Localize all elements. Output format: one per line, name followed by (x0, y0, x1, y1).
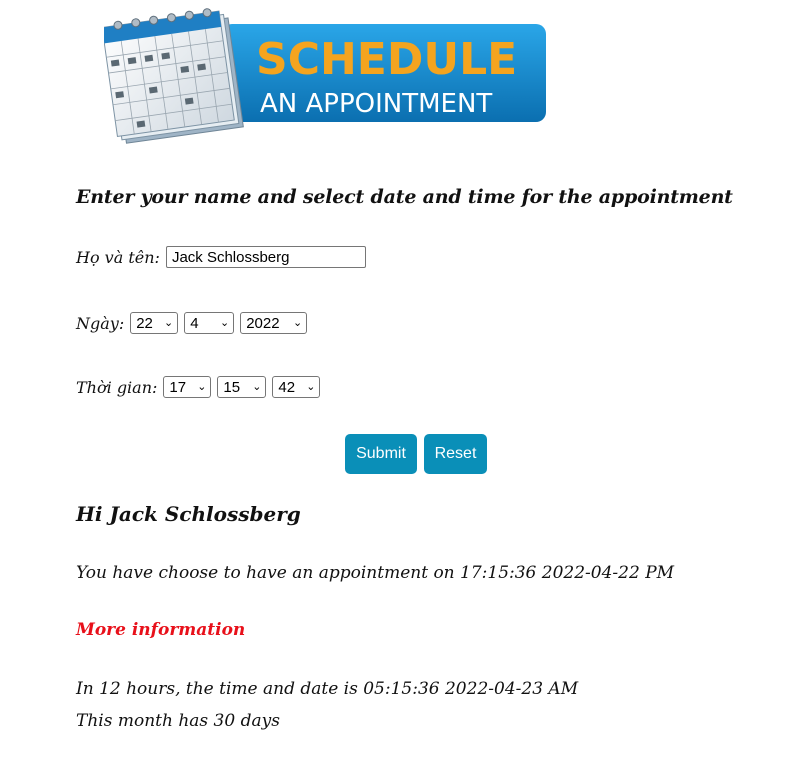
chevron-down-icon: ⌄ (306, 380, 316, 393)
name-label: Họ và tên: (76, 247, 160, 267)
banner-title-line1: SCHEDULE (256, 34, 517, 85)
chevron-down-icon: ⌄ (293, 316, 303, 329)
name-row: Họ và tên: (76, 246, 366, 268)
submit-button[interactable]: Submit (345, 434, 417, 474)
reset-button[interactable]: Reset (424, 434, 487, 474)
chevron-down-icon: ⌄ (252, 380, 262, 393)
date-label: Ngày: (76, 313, 125, 333)
time-row: Thời gian: 17 ⌄ 15 ⌄ 42 ⌄ (76, 376, 326, 398)
hour-select[interactable]: 17 ⌄ (163, 376, 212, 398)
appointment-summary: You have choose to have an appointment o… (76, 563, 675, 583)
in-12-hours-text: In 12 hours, the time and date is 05:15:… (76, 679, 579, 699)
year-select[interactable]: 2022 ⌄ (240, 312, 308, 334)
month-select[interactable]: 4 ⌄ (184, 312, 235, 334)
month-days-text: This month has 30 days (76, 711, 280, 731)
calendar-icon: SCHEDULE AN APPOINTMENT (101, 8, 546, 144)
name-input[interactable] (165, 246, 366, 268)
month-select-value: 4 (190, 314, 199, 332)
day-select[interactable]: 22 ⌄ (130, 312, 179, 334)
chevron-down-icon: ⌄ (197, 380, 207, 393)
banner-title-line2: AN APPOINTMENT (260, 89, 492, 119)
second-select[interactable]: 42 ⌄ (272, 376, 321, 398)
greeting-heading: Hi Jack Schlossberg (76, 502, 301, 526)
chevron-down-icon: ⌄ (164, 316, 174, 329)
time-label: Thời gian: (76, 377, 158, 397)
form-heading: Enter your name and select date and time… (76, 186, 733, 208)
day-select-value: 22 (136, 314, 153, 332)
minute-select[interactable]: 15 ⌄ (217, 376, 267, 398)
year-select-value: 2022 (246, 314, 280, 332)
chevron-down-icon: ⌄ (220, 316, 230, 329)
date-row: Ngày: 22 ⌄ 4 ⌄ 2022 ⌄ (76, 312, 313, 334)
schedule-appointment-banner: SCHEDULE AN APPOINTMENT (101, 4, 549, 146)
second-select-value: 42 (278, 378, 296, 396)
hour-select-value: 17 (169, 378, 187, 396)
more-information-heading: More information (76, 620, 246, 640)
minute-select-value: 15 (223, 378, 241, 396)
